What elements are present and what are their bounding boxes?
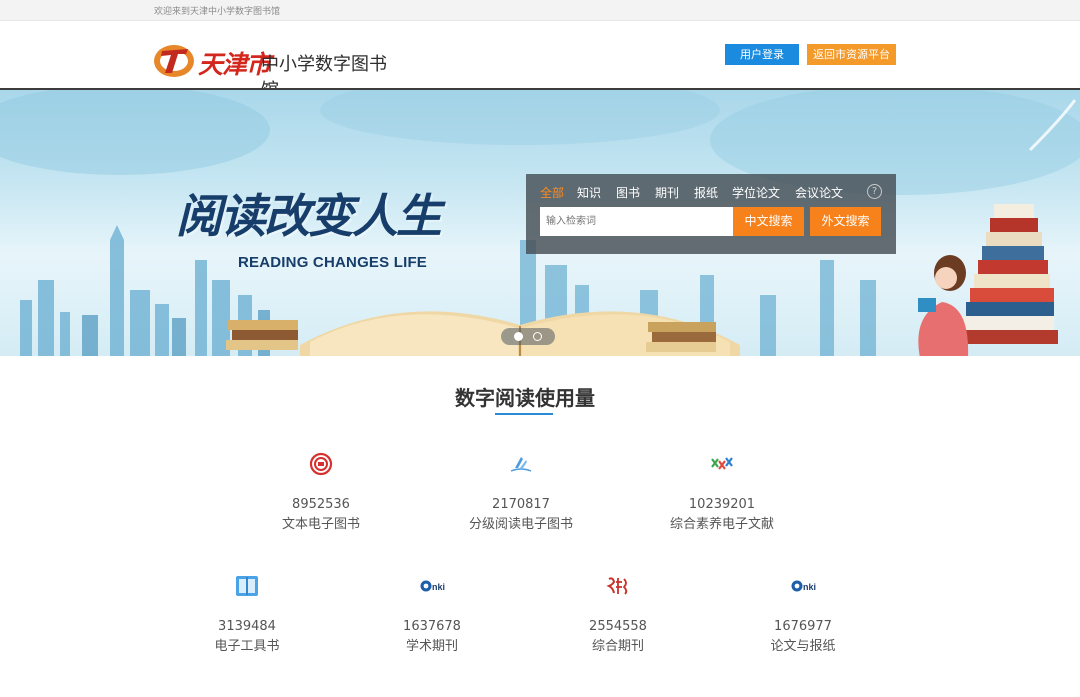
user-login-button[interactable]: 用户登录	[725, 44, 799, 65]
stat-value: 10239201	[688, 497, 756, 512]
help-icon[interactable]: ?	[867, 184, 882, 199]
search-tab-books[interactable]: 图书	[616, 184, 640, 201]
top-bar: 欢迎来到天津中小学数字图书馆	[0, 0, 1080, 21]
stat-value: 8952536	[292, 497, 350, 512]
search-tab-dissertations[interactable]: 学位论文	[732, 184, 780, 201]
stat-item-literacy-docs[interactable]: 10239201 综合素养电子文献	[652, 451, 792, 533]
stat-value: 1637678	[403, 619, 461, 634]
banner-slogan: 阅读改变人生 READING CHANGES LIFE	[172, 180, 502, 275]
graded-reading-icon	[510, 457, 532, 472]
logo-city-text: 天津市	[198, 50, 271, 79]
welcome-text: 欢迎来到天津中小学数字图书馆	[154, 7, 281, 17]
svg-text:nki: nki	[432, 582, 445, 592]
chinese-search-button[interactable]: 中文搜索	[733, 207, 804, 236]
slogan-chinese: 阅读改变人生	[176, 189, 442, 243]
longyuan-logo-icon	[606, 577, 628, 595]
search-tab-newspapers[interactable]: 报纸	[694, 184, 718, 201]
stat-value: 2170817	[492, 497, 550, 512]
search-tab-journals[interactable]: 期刊	[655, 184, 679, 201]
stat-label: 论文与报纸	[770, 639, 836, 654]
carousel-dot-2[interactable]	[533, 332, 542, 341]
cnki-logo-icon: nki	[791, 580, 816, 592]
cnki-logo-icon: nki	[420, 580, 445, 592]
stat-label: 文本电子图书	[281, 517, 360, 532]
search-tab-all[interactable]: 全部	[540, 184, 564, 201]
section-title: 数字阅读使用量	[455, 386, 595, 410]
search-input[interactable]	[540, 207, 733, 236]
stat-value: 2554558	[589, 619, 647, 634]
library-logo-icon	[154, 45, 194, 77]
stat-label: 分级阅读电子图书	[468, 517, 573, 532]
reference-book-icon	[236, 576, 258, 596]
carousel-indicator	[501, 328, 555, 345]
hero-banner: 阅读改变人生 READING CHANGES LIFE 全部 知识 图书 期刊 …	[0, 88, 1080, 356]
foreign-search-button[interactable]: 外文搜索	[810, 207, 881, 236]
stat-item-academic-journals[interactable]: nki 1637678 学术期刊	[362, 573, 502, 655]
stat-item-reference-books[interactable]: 3139484 电子工具书	[177, 573, 317, 655]
site-logo[interactable]: 天津市 中小学数字图书馆	[152, 39, 402, 101]
slogan-english: READING CHANGES LIFE	[238, 254, 428, 271]
stat-value: 1676977	[774, 619, 832, 634]
search-tab-knowledge[interactable]: 知识	[577, 184, 601, 201]
stat-item-papers-newspapers[interactable]: nki 1676977 论文与报纸	[733, 573, 873, 655]
search-panel: 全部 知识 图书 期刊 报纸 学位论文 会议论文 ? 中文搜索 外文搜索	[526, 174, 896, 254]
literacy-docs-icon	[711, 457, 733, 470]
return-platform-button[interactable]: 返回市资源平台	[807, 44, 896, 65]
stat-label: 学术期刊	[405, 639, 458, 654]
title-underline	[495, 413, 553, 415]
carousel-dot-1[interactable]	[514, 332, 523, 341]
search-tab-conference-papers[interactable]: 会议论文	[795, 184, 843, 201]
stat-label: 综合素养电子文献	[669, 517, 774, 532]
svg-text:nki: nki	[803, 582, 816, 592]
text-ebook-icon	[309, 452, 333, 476]
stat-item-general-journals[interactable]: 2554558 综合期刊	[548, 573, 688, 655]
stat-label: 电子工具书	[214, 639, 280, 654]
stat-item-text-ebooks[interactable]: 8952536 文本电子图书	[251, 451, 391, 533]
site-header: 天津市 中小学数字图书馆 用户登录 返回市资源平台	[0, 21, 1080, 101]
stat-item-graded-reading[interactable]: 2170817 分级阅读电子图书	[451, 451, 591, 533]
stat-value: 3139484	[218, 619, 276, 634]
stat-label: 综合期刊	[591, 639, 644, 654]
